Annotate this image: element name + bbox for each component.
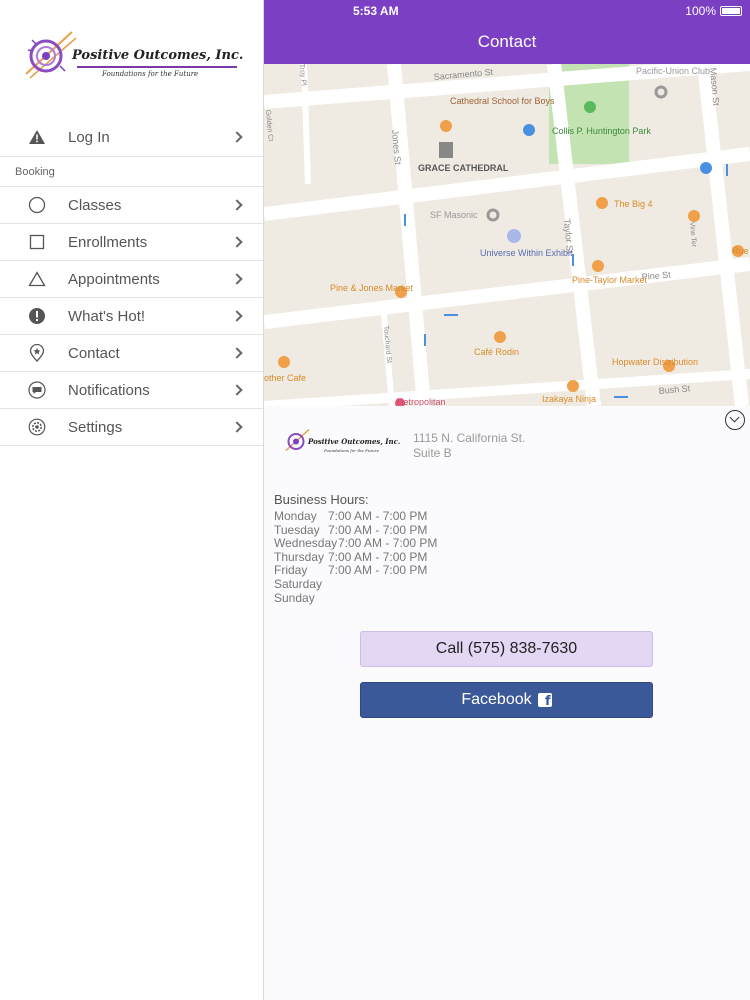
sidebar-item-label: Appointments xyxy=(68,270,160,288)
chevron-right-icon xyxy=(231,236,243,248)
gear-icon xyxy=(28,418,46,436)
logo-swirl-icon xyxy=(25,31,77,79)
chevron-right-icon xyxy=(231,347,243,359)
brand-name: Positive Outcomes, Inc. xyxy=(72,48,244,63)
sidebar-item-label: Settings xyxy=(68,418,123,436)
hours-time: 7:00 AM - 7:00 PM xyxy=(328,563,428,578)
main-panel: 5:53 AM 100% Contact Sacramento St Jones… xyxy=(264,0,750,1000)
card-brand-name: Positive Outcomes, Inc. xyxy=(308,437,401,446)
sidebar-item-enrollments[interactable]: Enrollments xyxy=(0,224,263,261)
hours-day: Saturday xyxy=(274,576,323,591)
hours-day: Wednesday xyxy=(274,536,338,551)
map-street-label: Troy Pl xyxy=(298,64,307,86)
address: 1115 N. California St. Suite B xyxy=(413,431,525,461)
map-place-label: Cathedral School for Boys xyxy=(450,96,555,106)
sidebar-item-label: Notifications xyxy=(68,381,150,399)
sidebar-menu: Log In Booking Classes Enrollments Appoi… xyxy=(0,118,263,446)
nav-bar: 5:53 AM 100% Contact xyxy=(264,0,750,64)
hours-day: Tuesday xyxy=(274,522,320,537)
card-brand-tagline: Foundations for the Future xyxy=(324,448,379,453)
map-place-label: Café Rodin xyxy=(474,347,519,357)
chat-bubble-icon xyxy=(28,381,46,399)
call-button[interactable]: Call (575) 838-7630 xyxy=(360,631,653,667)
sidebar-item-classes[interactable]: Classes xyxy=(0,187,263,224)
status-battery: 100% xyxy=(685,4,742,18)
hours-time: 7:00 AM - 7:00 PM xyxy=(338,536,438,551)
contact-card: Positive Outcomes, Inc. Foundations for … xyxy=(264,406,750,1000)
hours-day: Sunday xyxy=(274,590,315,605)
chevron-right-icon xyxy=(231,310,243,322)
sidebar-item-label: Classes xyxy=(68,196,122,214)
sidebar-item-login[interactable]: Log In xyxy=(0,118,263,157)
hours-time: 7:00 AM - 7:00 PM xyxy=(328,522,428,537)
hours-time: 7:00 AM - 7:00 PM xyxy=(328,509,428,523)
sidebar-item-label: Enrollments xyxy=(68,233,148,251)
sidebar-item-notifications[interactable]: Notifications xyxy=(0,372,263,409)
page-title: Contact xyxy=(477,32,537,51)
facebook-button[interactable]: Facebook xyxy=(360,682,653,718)
map-place-label: Pine-Taylor Market xyxy=(572,275,648,285)
collapse-chevron-icon[interactable] xyxy=(725,410,745,430)
logo-underline xyxy=(77,66,237,68)
triangle-outline-icon xyxy=(28,270,46,288)
map-place-label: SF Masonic xyxy=(430,210,478,220)
map-street-label: Golden Ct xyxy=(264,110,274,142)
sidebar-item-contact[interactable]: Contact xyxy=(0,335,263,372)
chevron-right-icon xyxy=(231,131,243,143)
chevron-right-icon xyxy=(231,273,243,285)
map-place-label: Hopwater Distribution xyxy=(612,357,698,367)
map-street-label: Jones St xyxy=(390,129,403,165)
battery-percent: 100% xyxy=(685,4,716,18)
card-brand-logo: Positive Outcomes, Inc. Foundations for … xyxy=(284,426,400,460)
brand-tagline: Foundations for the Future xyxy=(102,70,199,78)
map-place-label: Collis P. Huntington Park xyxy=(552,126,651,136)
status-time: 5:53 AM xyxy=(353,4,399,18)
location-pin-icon xyxy=(28,344,46,362)
warning-triangle-icon xyxy=(28,128,46,146)
chevron-right-icon xyxy=(231,384,243,396)
sidebar-item-settings[interactable]: Settings xyxy=(0,409,263,446)
hours-day: Thursday xyxy=(274,549,325,564)
sidebar-item-label: What's Hot! xyxy=(68,307,146,325)
call-button-label: Call (575) 838-7630 xyxy=(435,640,578,657)
address-line1: 1115 N. California St. xyxy=(413,431,526,445)
map-street-label: Vine Ter xyxy=(688,222,697,249)
sidebar-item-label: Contact xyxy=(68,344,120,362)
map-place-label: Izakaya Ninja xyxy=(542,394,596,404)
facebook-icon xyxy=(537,693,552,709)
map-place-label: The Big 4 xyxy=(614,199,653,209)
map-place-label: other Cafe xyxy=(264,373,306,383)
map-place-label: Pacific-Union Club xyxy=(636,66,710,76)
address-line2: Suite B xyxy=(413,446,452,460)
map-place-label: Universe Within Exhibit xyxy=(480,248,573,258)
facebook-button-label: Facebook xyxy=(461,691,532,708)
hours-title: Business Hours: xyxy=(274,492,369,507)
battery-icon xyxy=(720,6,742,16)
map-place-label: Rue xyxy=(732,246,749,256)
sidebar-item-appointments[interactable]: Appointments xyxy=(0,261,263,298)
square-outline-icon xyxy=(28,233,46,251)
chevron-right-icon xyxy=(231,199,243,211)
map-place-label: Metropolitan xyxy=(396,397,446,406)
hours-day: Monday xyxy=(274,509,317,523)
map-place-label: GRACE CATHEDRAL xyxy=(418,163,509,173)
map-view[interactable]: Sacramento St Jones St Taylor St Mason S… xyxy=(264,64,750,406)
brand-logo: Positive Outcomes, Inc. Foundations for … xyxy=(22,26,244,86)
sidebar: Positive Outcomes, Inc. Foundations for … xyxy=(0,0,264,1000)
hours-time: 7:00 AM - 7:00 PM xyxy=(328,549,428,564)
map-place-label: Pine & Jones Market xyxy=(330,283,414,293)
map-street-label: Touchard St xyxy=(382,326,392,364)
section-header-booking: Booking xyxy=(0,157,263,187)
exclamation-icon xyxy=(28,307,46,325)
circle-outline-icon xyxy=(28,196,46,214)
chevron-right-icon xyxy=(231,421,243,433)
hours-day: Friday xyxy=(274,563,308,578)
sidebar-item-whats-hot[interactable]: What's Hot! xyxy=(0,298,263,335)
sidebar-item-label: Log In xyxy=(68,128,110,146)
map-street-label: Bush St xyxy=(658,383,691,396)
